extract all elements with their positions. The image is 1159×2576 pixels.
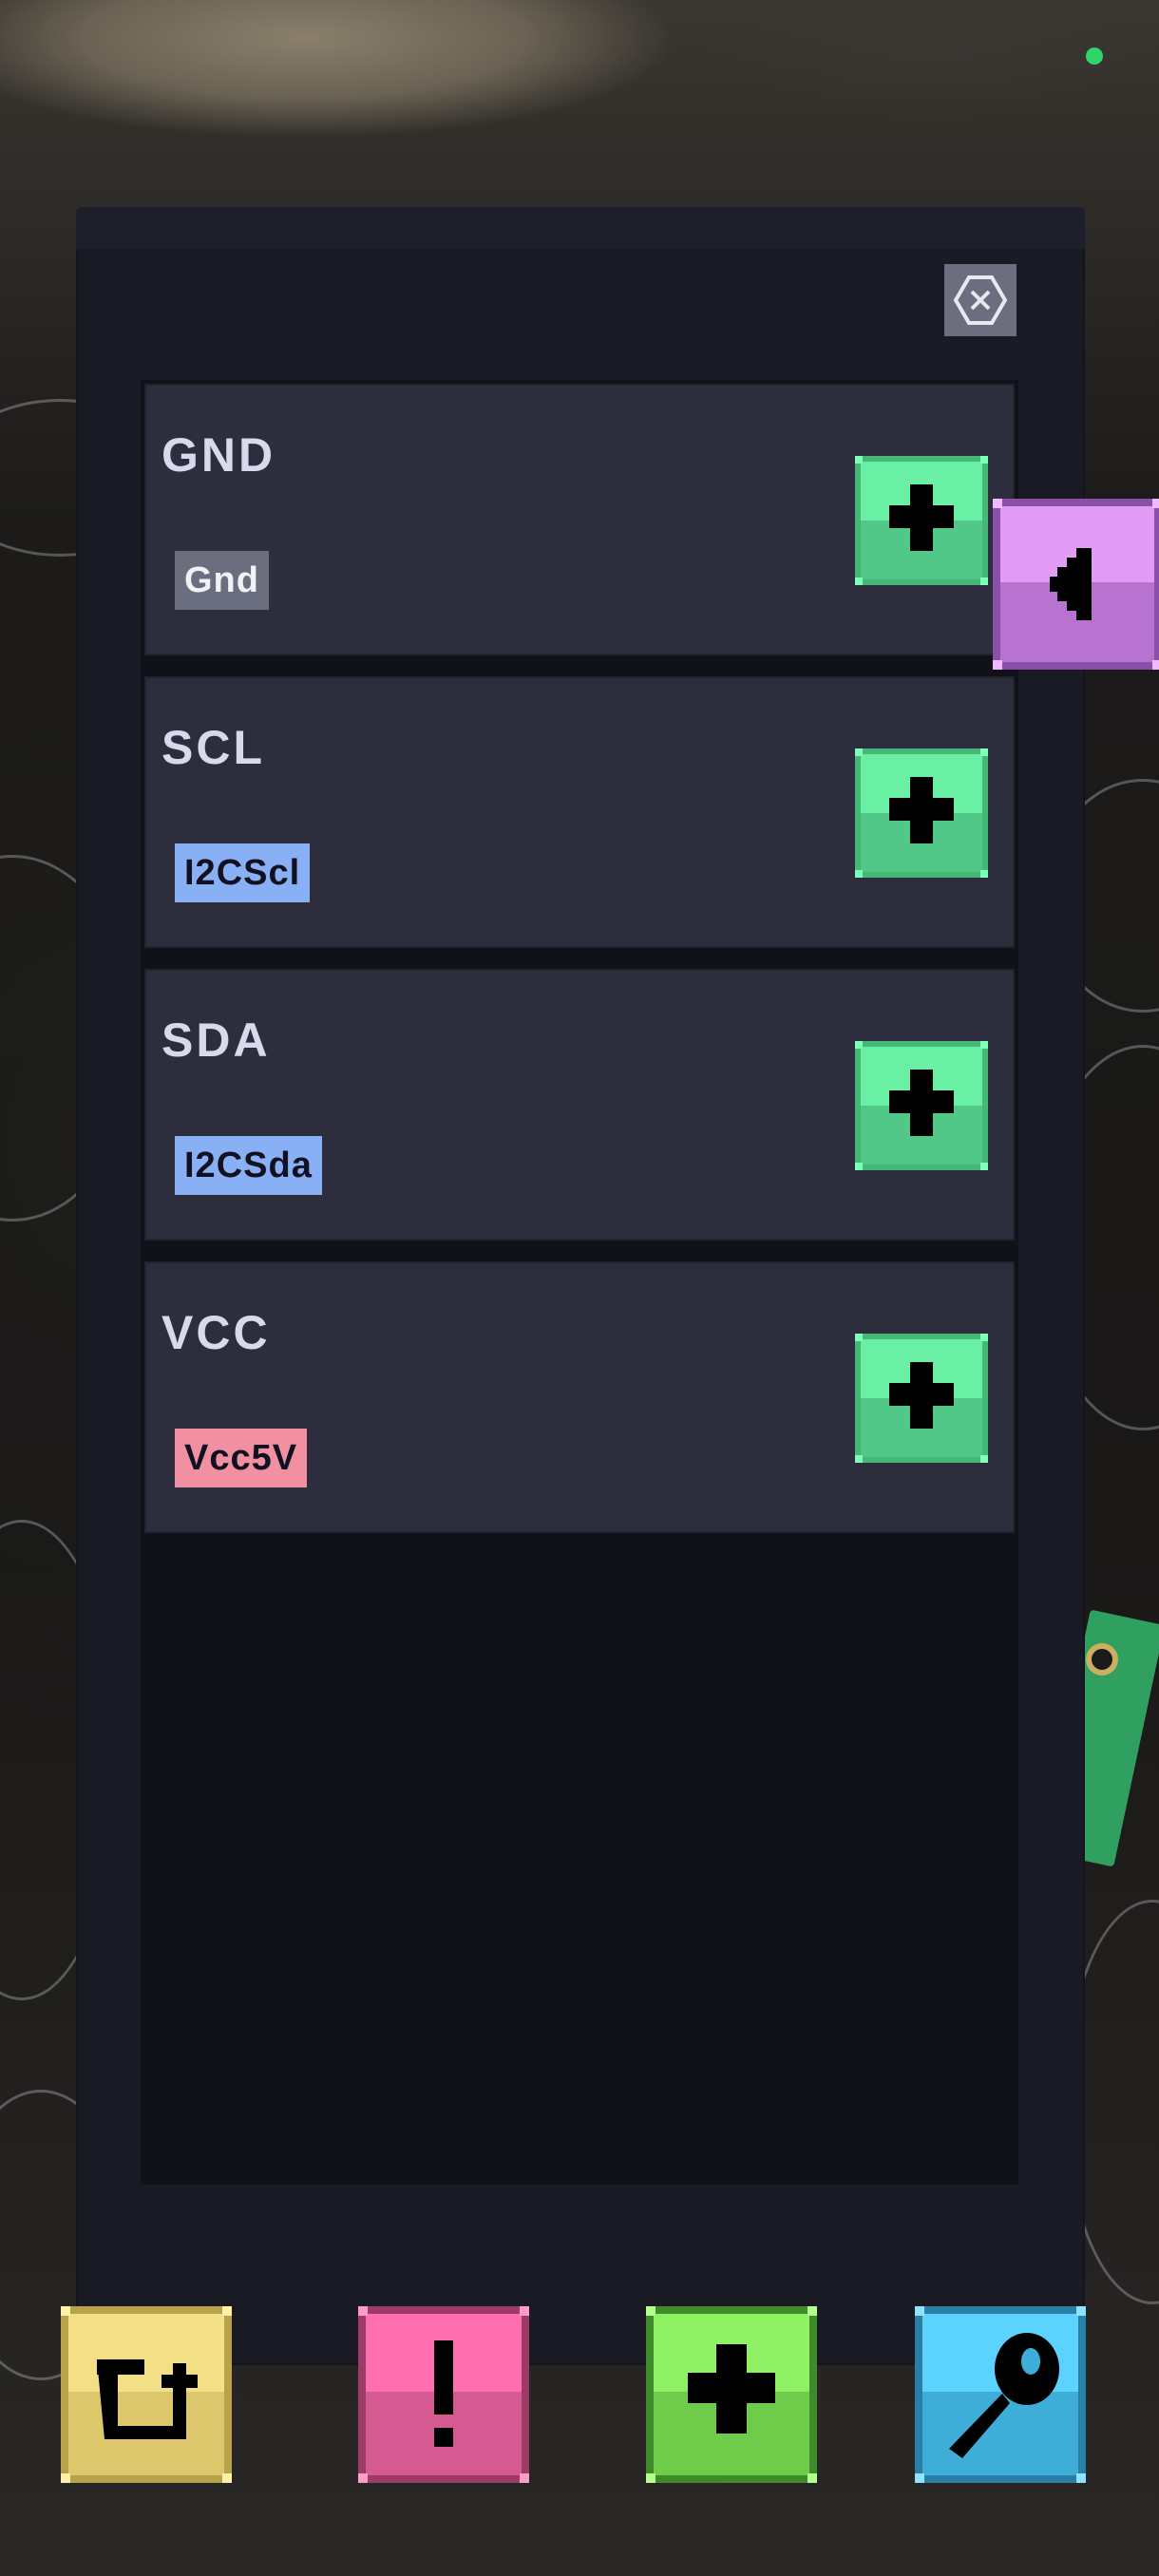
pin-type-badge: Vcc5V [175, 1429, 308, 1487]
pin-type-badge: I2CScl [175, 843, 311, 902]
pin-name: VCC [162, 1306, 271, 1359]
return-button[interactable] [61, 2306, 232, 2483]
pin-name: SDA [162, 1013, 271, 1067]
pcb-hole [1086, 1643, 1118, 1676]
add-pin-button[interactable] [855, 1334, 988, 1463]
return-icon [61, 2306, 232, 2483]
pin-name: GND [162, 428, 276, 482]
plus-icon [855, 1334, 988, 1463]
status-indicator [1086, 47, 1103, 65]
collapse-panel-button[interactable] [993, 499, 1159, 670]
add-pin-button[interactable] [855, 456, 988, 585]
probe-button[interactable] [915, 2306, 1086, 2483]
add-pin-button[interactable] [855, 748, 988, 878]
list-item: SDA I2CSda [144, 969, 1015, 1241]
plus-icon [855, 456, 988, 585]
pin-name: SCL [162, 721, 265, 774]
panel-header [76, 207, 1085, 249]
plus-icon [855, 748, 988, 878]
pin-panel: GND Gnd SCL I2CScl SDA I2CSda VCC Vcc5V [76, 207, 1085, 2365]
pin-type-badge: I2CSda [175, 1136, 322, 1195]
pin-list: GND Gnd SCL I2CScl SDA I2CSda VCC Vcc5V [141, 380, 1018, 2185]
list-item: SCL I2CScl [144, 676, 1015, 948]
add-button[interactable] [646, 2306, 817, 2483]
add-pin-button[interactable] [855, 1041, 988, 1170]
add-icon [646, 2306, 817, 2483]
close-icon [953, 275, 1008, 325]
close-button[interactable] [944, 264, 1016, 336]
list-item: VCC Vcc5V [144, 1261, 1015, 1533]
plus-icon [855, 1041, 988, 1170]
collapse-left-icon [993, 499, 1159, 670]
alert-button[interactable] [358, 2306, 529, 2483]
alert-icon [358, 2306, 529, 2483]
probe-icon [915, 2306, 1086, 2483]
pin-type-badge: Gnd [175, 551, 269, 610]
list-item: GND Gnd [144, 384, 1015, 655]
